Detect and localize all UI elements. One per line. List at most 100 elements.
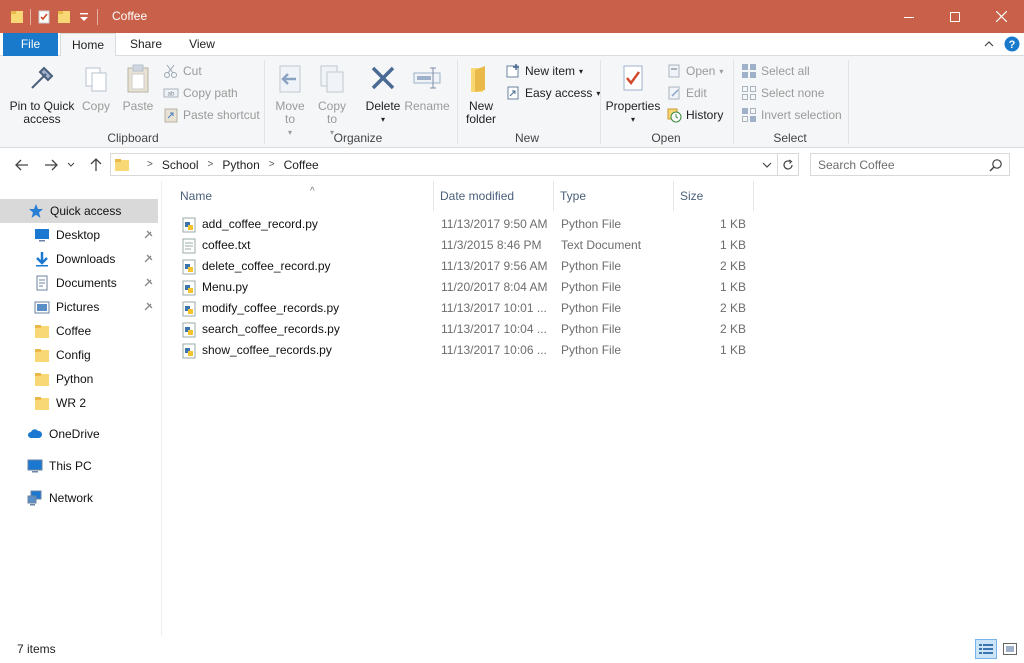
group-divider [600, 60, 601, 144]
breadcrumb: > School > Python > Coffee [138, 158, 319, 172]
close-button[interactable] [978, 0, 1024, 33]
details-view-icon [979, 644, 993, 654]
column-type[interactable]: Type [554, 181, 674, 211]
open-button[interactable]: Open ▾ [666, 61, 723, 81]
new-item-icon [506, 64, 519, 78]
new-folder-icon[interactable] [57, 9, 71, 25]
tab-share[interactable]: Share [118, 33, 174, 56]
details-view-button[interactable] [975, 639, 997, 659]
breadcrumb-coffee[interactable]: Coffee [284, 158, 319, 172]
copy-button[interactable]: Copy [80, 62, 112, 113]
table-row[interactable]: search_coffee_records.py 11/13/2017 10:0… [176, 319, 754, 340]
chevron-right-icon: > [268, 159, 275, 170]
rename-button[interactable]: Rename [404, 62, 450, 113]
group-divider [264, 60, 265, 144]
up-button[interactable] [85, 155, 107, 175]
large-icons-view-button[interactable] [999, 639, 1021, 659]
tab-home[interactable]: Home [60, 33, 116, 57]
dropdown-arrow-icon: ▾ [380, 115, 385, 124]
nav-item-documents[interactable]: Documents [0, 271, 158, 295]
file-name: Menu.py [202, 280, 249, 294]
refresh-button[interactable] [777, 153, 799, 176]
forward-button[interactable] [40, 155, 62, 175]
nav-item-python[interactable]: Python [0, 367, 158, 391]
table-row[interactable]: delete_coffee_record.py 11/13/2017 9:56 … [176, 256, 754, 277]
desktop-icon [35, 229, 49, 242]
move-to-button[interactable]: Move to ▾ [272, 62, 308, 139]
new-item-button[interactable]: New item ▾ [505, 61, 583, 81]
chevron-down-icon[interactable] [762, 161, 772, 169]
recent-locations-button[interactable] [64, 155, 78, 175]
nav-onedrive[interactable]: OneDrive [0, 422, 158, 446]
search-box[interactable]: Search Coffee [810, 153, 1010, 176]
properties-icon[interactable] [37, 9, 51, 25]
tab-view[interactable]: View [176, 33, 228, 56]
edit-button[interactable]: Edit [666, 83, 707, 103]
table-row[interactable]: add_coffee_record.py 11/13/2017 9:50 AM … [176, 214, 754, 235]
nav-item-downloads[interactable]: Downloads [0, 247, 158, 271]
nav-item-config[interactable]: Config [0, 343, 158, 367]
address-bar[interactable]: > School > Python > Coffee [110, 153, 778, 176]
nav-item-desktop[interactable]: Desktop [0, 223, 158, 247]
back-button[interactable] [11, 155, 33, 175]
folder-icon [35, 397, 49, 410]
history-button[interactable]: History [666, 105, 723, 125]
minimize-button[interactable] [886, 0, 932, 33]
column-name[interactable]: Name ^ [174, 181, 434, 211]
table-row[interactable]: coffee.txt 11/3/2015 8:46 PM Text Docume… [176, 235, 754, 256]
dropdown-arrow-icon: ▾ [287, 128, 292, 137]
file-name: show_coffee_records.py [202, 343, 332, 357]
file-size: 1 KB [719, 280, 746, 294]
status-bar: 7 items [0, 636, 1024, 663]
new-folder-button[interactable]: New folder [462, 62, 500, 126]
svg-text:ab: ab [168, 92, 175, 98]
breadcrumb-python[interactable]: Python [222, 158, 259, 172]
nav-quick-access[interactable]: Quick access [0, 199, 158, 223]
maximize-button[interactable] [932, 0, 978, 33]
invert-selection-button[interactable]: Invert selection [741, 105, 842, 125]
copy-to-button[interactable]: Copy to ▾ [314, 62, 350, 139]
customize-toolbar-icon[interactable] [77, 9, 91, 25]
column-date[interactable]: Date modified [434, 181, 554, 211]
nav-item-pictures[interactable]: Pictures [0, 295, 158, 319]
nav-item-wr2[interactable]: WR 2 [0, 391, 158, 415]
folder-icon[interactable] [10, 9, 24, 25]
file-type: Python File [561, 280, 622, 294]
group-divider [733, 60, 734, 144]
collapse-ribbon-icon[interactable] [984, 39, 994, 49]
table-row[interactable]: show_coffee_records.py 11/13/2017 10:06 … [176, 340, 754, 361]
help-icon[interactable]: ? [1004, 36, 1020, 52]
paste-button[interactable]: Paste [120, 62, 156, 113]
paste-shortcut-button[interactable]: Paste shortcut [163, 105, 260, 125]
back-arrow-icon [15, 159, 28, 171]
file-type: Python File [561, 217, 622, 231]
properties-button[interactable]: Properties ▾ [604, 62, 662, 126]
paste-shortcut-icon [164, 108, 178, 123]
pin-to-quick-access-button[interactable]: Pin to Quick access [8, 62, 76, 126]
nav-onedrive-label: OneDrive [49, 427, 100, 441]
large-icons-view-icon [1003, 643, 1017, 655]
documents-icon [36, 275, 48, 291]
breadcrumb-school[interactable]: School [162, 158, 199, 172]
select-all-button[interactable]: Select all [741, 61, 810, 81]
table-row[interactable]: modify_coffee_records.py 11/13/2017 10:0… [176, 298, 754, 319]
cut-button[interactable]: Cut [163, 61, 202, 81]
new-folder-label: New folder [465, 99, 497, 126]
nav-network[interactable]: Network [0, 486, 158, 510]
copy-path-button[interactable]: ab Copy path [163, 83, 238, 103]
easy-access-button[interactable]: Easy access ▾ [505, 83, 600, 103]
tab-file[interactable]: File [3, 33, 58, 56]
nav-item-coffee[interactable]: Coffee [0, 319, 158, 343]
invert-selection-icon [742, 108, 756, 122]
cloud-icon [28, 429, 43, 438]
delete-icon [371, 66, 395, 90]
delete-button[interactable]: Delete ▾ [364, 62, 402, 126]
history-icon [667, 108, 682, 123]
select-none-button[interactable]: Select none [741, 83, 824, 103]
svg-text:?: ? [1009, 39, 1016, 51]
nav-this-pc[interactable]: This PC [0, 454, 158, 478]
column-size[interactable]: Size [674, 181, 754, 211]
table-row[interactable]: Menu.py 11/20/2017 8:04 AM Python File 1… [176, 277, 754, 298]
cut-label: Cut [183, 64, 202, 78]
paste-icon [127, 64, 149, 93]
